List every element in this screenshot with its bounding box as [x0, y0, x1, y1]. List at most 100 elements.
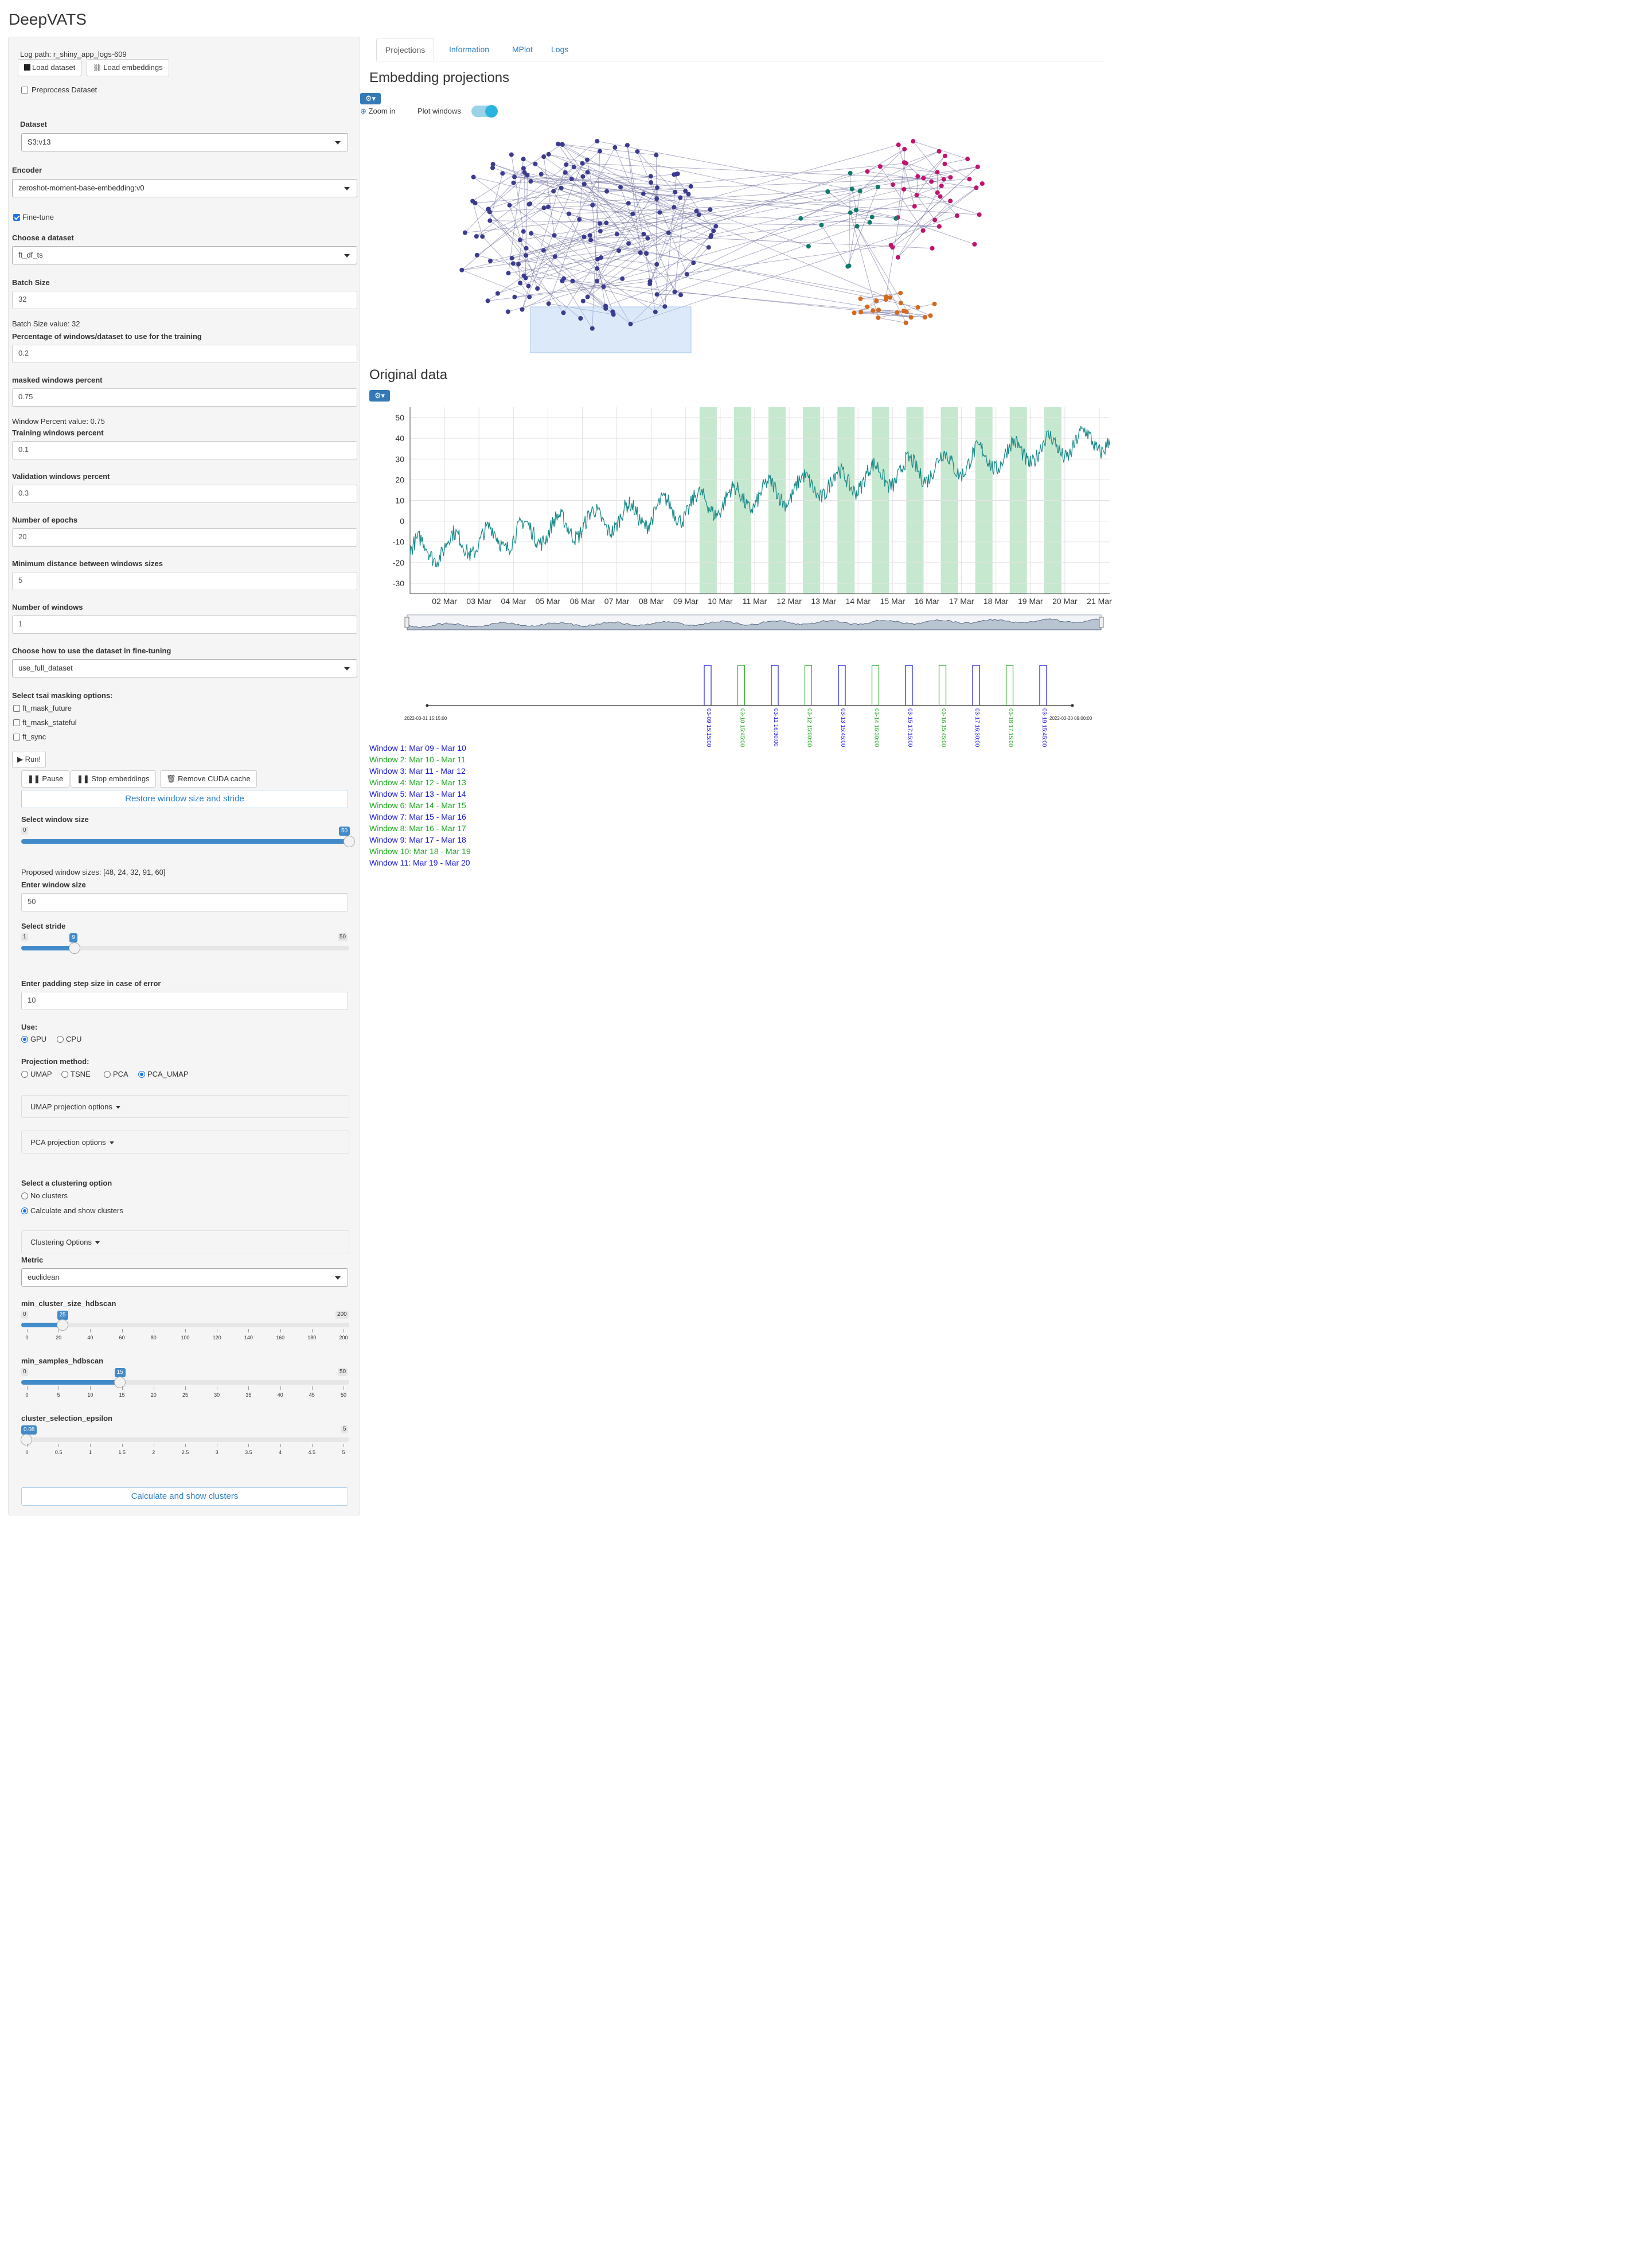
scatter-point: [871, 308, 876, 313]
scatter-point: [713, 224, 719, 229]
embedding-settings-button[interactable]: ⚙▾: [360, 93, 381, 104]
scatter-point: [865, 169, 870, 174]
window-link[interactable]: Window 3: Mar 11 - Mar 12: [369, 766, 466, 776]
window-link[interactable]: Window 2: Mar 10 - Mar 11: [369, 755, 466, 764]
window-size-handle[interactable]: [344, 836, 355, 847]
slider-tick-label: 4: [279, 1449, 282, 1455]
restore-button[interactable]: Restore window size and stride: [21, 790, 348, 808]
training-input[interactable]: 0.1: [12, 441, 357, 459]
timeline-window: [972, 665, 980, 706]
caret-down-icon: [109, 1141, 114, 1145]
slider-tick-label: 0: [25, 1449, 29, 1455]
umap-radio[interactable]: [21, 1071, 28, 1078]
pca-options-toggle[interactable]: PCA projection options: [21, 1131, 349, 1154]
min-dist-input[interactable]: 5: [12, 572, 357, 590]
window-link[interactable]: Window 1: Mar 09 - Mar 10: [369, 743, 466, 753]
tab-mplot[interactable]: MPlot: [504, 38, 541, 61]
window-size-min: 0: [21, 827, 28, 835]
padding-input[interactable]: 10: [21, 992, 348, 1010]
scatter-point: [648, 180, 653, 185]
gpu-radio[interactable]: [21, 1036, 28, 1043]
pca-umap-radio[interactable]: [138, 1071, 145, 1078]
enter-window-input[interactable]: 50: [21, 893, 348, 911]
window-link[interactable]: Window 11: Mar 19 - Mar 20: [369, 858, 470, 867]
pct-windows-input[interactable]: 0.2: [12, 345, 357, 363]
remove-cuda-button[interactable]: 🗑 Remove CUDA cache: [160, 770, 257, 788]
window-pct-info: Window Percent value: 0.75: [12, 417, 105, 426]
epsilon-slider[interactable]: [21, 1437, 349, 1442]
batch-size-input[interactable]: 32: [12, 291, 357, 309]
window-link[interactable]: Window 10: Mar 18 - Mar 19: [369, 847, 471, 856]
tab-information[interactable]: Information: [440, 38, 498, 61]
scatter-point: [935, 190, 940, 195]
num-windows-input[interactable]: 1: [12, 615, 357, 634]
run-button[interactable]: ▶ Run!: [12, 751, 46, 768]
window-link[interactable]: Window 8: Mar 16 - Mar 17: [369, 824, 466, 833]
sync-checkbox[interactable]: [13, 734, 20, 741]
scatter-point: [487, 218, 493, 223]
window-link[interactable]: Window 9: Mar 17 - Mar 18: [369, 835, 466, 844]
scatter-point: [857, 189, 863, 194]
embedding-scatter-plot[interactable]: [436, 126, 1038, 356]
stride-handle[interactable]: [69, 942, 81, 954]
pause-button[interactable]: ❚❚ Pause: [21, 770, 70, 788]
original-data-chart[interactable]: 50 40 30 20 10 0 -10 -20 -30 02 Mar 03 Mar 04 Mar 05…: [361, 396, 1118, 637]
slider-tick-label: 0: [25, 1392, 29, 1398]
scatter-point: [546, 301, 551, 306]
umap-options-toggle[interactable]: UMAP projection options: [21, 1095, 349, 1118]
stop-embeddings-button[interactable]: ❚❚ Stop embeddings: [71, 770, 156, 788]
min-cluster-slider[interactable]: [21, 1323, 349, 1327]
range-selector[interactable]: [401, 613, 1113, 633]
scatter-point: [684, 272, 689, 277]
window-link[interactable]: Window 6: Mar 14 - Mar 15: [369, 801, 466, 810]
how-use-select[interactable]: use_full_dataset: [12, 659, 357, 677]
epochs-input[interactable]: 20: [12, 528, 357, 547]
window-link[interactable]: Window 4: Mar 12 - Mar 13: [369, 778, 466, 787]
calc-clusters-radio[interactable]: [21, 1207, 28, 1214]
tab-projections[interactable]: Projections: [376, 38, 435, 61]
load-dataset-button[interactable]: Load dataset: [18, 59, 82, 76]
epsilon-max: 5: [341, 1425, 348, 1433]
scatter-point: [929, 179, 934, 184]
tsne-radio[interactable]: [61, 1071, 68, 1078]
choose-dataset-select[interactable]: ft_df_ts: [12, 246, 357, 264]
validation-input[interactable]: 0.3: [12, 485, 357, 503]
calculate-clusters-button[interactable]: Calculate and show clusters: [21, 1487, 348, 1506]
mask-future-checkbox[interactable]: [13, 705, 20, 712]
pca-radio[interactable]: [104, 1071, 111, 1078]
mask-stateful-checkbox[interactable]: [13, 719, 20, 726]
window-link[interactable]: Window 5: Mar 13 - Mar 14: [369, 789, 466, 798]
epsilon-label: cluster_selection_epsilon: [21, 1414, 112, 1423]
min-samples-min: 0: [21, 1368, 28, 1376]
masked-input[interactable]: 0.75: [12, 388, 357, 407]
metric-select[interactable]: euclidean: [21, 1268, 348, 1287]
slider-tick: [185, 1444, 186, 1447]
scatter-point: [510, 261, 516, 266]
tab-logs[interactable]: Logs: [543, 38, 577, 61]
pca-umap-label: PCA_UMAP: [147, 1070, 189, 1078]
clustering-options-toggle[interactable]: Clustering Options: [21, 1230, 349, 1253]
no-clusters-radio[interactable]: [21, 1193, 28, 1199]
dataset-select[interactable]: S3:v13: [21, 133, 348, 151]
zoom-in-button[interactable]: ⊕ Zoom in: [360, 107, 396, 116]
slider-tick-label: 4.5: [308, 1449, 316, 1455]
preprocess-checkbox[interactable]: [21, 87, 28, 93]
slider-tick-label: 0: [25, 1335, 29, 1340]
min-dist-label: Minimum distance between windows sizes: [12, 559, 163, 568]
zoom-in-icon: ⊕: [360, 107, 366, 115]
window-link[interactable]: Window 7: Mar 15 - Mar 16: [369, 812, 466, 821]
scatter-point: [688, 184, 693, 189]
scatter-point: [683, 189, 688, 194]
encoder-select[interactable]: zeroshot-moment-base-embedding:v0: [12, 179, 357, 197]
finetune-checkbox[interactable]: [13, 214, 20, 221]
scatter-point: [582, 182, 587, 187]
epsilon-ticks: 0 0.5 1 1.5 2 2.5 3 3.5 4 4.5 5: [25, 1444, 345, 1455]
load-embeddings-button[interactable]: ⛓ Load embeddings: [87, 59, 169, 76]
scatter-point: [711, 228, 716, 233]
scatter-point: [662, 304, 668, 309]
num-windows-label: Number of windows: [12, 603, 83, 611]
scatter-point: [524, 245, 529, 251]
timeline-window: [1039, 665, 1047, 706]
cpu-radio[interactable]: [57, 1036, 64, 1043]
scatter-point: [890, 182, 895, 187]
